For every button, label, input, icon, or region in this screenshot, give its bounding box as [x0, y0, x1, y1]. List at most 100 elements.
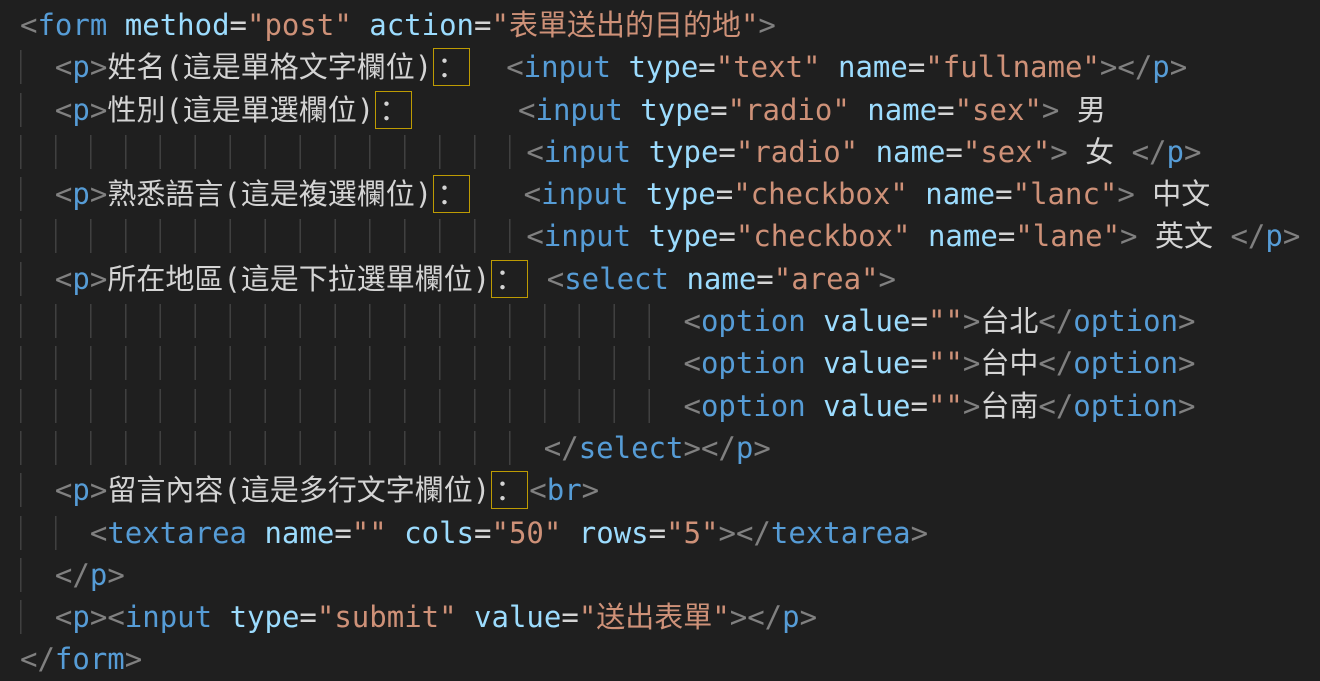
string-token: "post" [247, 8, 352, 42]
equals-token: = [718, 219, 735, 253]
string-token: "" [352, 516, 387, 550]
attribute-token: name [264, 516, 334, 550]
punctuation-token: > [1100, 50, 1117, 84]
code-line[interactable]: <p>姓名(這是單格文字欄位)： <input type="text" name… [20, 46, 1320, 88]
text-token [628, 177, 645, 211]
code-line[interactable]: <input type="radio" name="sex"> 女 </p> [20, 131, 1320, 173]
tag-token: input [544, 219, 631, 253]
code-line[interactable]: </p> [20, 554, 1320, 596]
punctuation-token: > [90, 473, 107, 507]
punctuation-token: < [526, 135, 543, 169]
punctuation-token: > [1283, 219, 1300, 253]
equals-token: = [698, 50, 715, 84]
text-token [806, 346, 823, 380]
punctuation-token: </ [701, 431, 736, 465]
unicode-highlight-box: ： [375, 91, 412, 129]
attribute-token: value [823, 389, 910, 423]
text-token [631, 135, 648, 169]
string-token: "" [928, 304, 963, 338]
equals-token: = [910, 304, 927, 338]
attribute-token: action [369, 8, 474, 42]
code-line[interactable]: <p><input type="submit" value="送出表單"></p… [20, 596, 1320, 638]
punctuation-token: > [683, 431, 700, 465]
text-token: 留言內容(這是多行文字欄位) [107, 473, 490, 507]
code-line[interactable]: </select></p> [20, 427, 1320, 469]
indent-guides [20, 431, 544, 465]
indent-guides [20, 600, 55, 634]
punctuation-token: < [683, 346, 700, 380]
tag-token: option [701, 346, 806, 380]
punctuation-token: > [90, 600, 107, 634]
attribute-token: type [646, 177, 716, 211]
punctuation-token: < [107, 600, 124, 634]
code-line[interactable]: </form> [20, 638, 1320, 680]
unicode-highlight-box: ： [433, 48, 470, 86]
code-line[interactable]: <p>所在地區(這是下拉選單欄位)： <select name="area"> [20, 258, 1320, 300]
punctuation-token: > [879, 262, 896, 296]
tag-token: p [72, 93, 89, 127]
indent-guides [20, 262, 55, 296]
tag-token: input [524, 50, 611, 84]
punctuation-token: > [1184, 135, 1201, 169]
string-token: "radio" [736, 135, 858, 169]
string-token: "checkbox" [733, 177, 908, 211]
attribute-token: value [823, 346, 910, 380]
punctuation-token: > [963, 346, 980, 380]
punctuation-token: > [582, 473, 599, 507]
code-line[interactable]: <option value="">台中</option> [20, 342, 1320, 384]
string-token: "fullname" [925, 50, 1100, 84]
string-token: "lane" [1015, 219, 1120, 253]
string-token: "checkbox" [736, 219, 911, 253]
tag-token: p [1265, 219, 1282, 253]
attribute-token: type [649, 219, 719, 253]
punctuation-token: > [90, 262, 107, 296]
code-line[interactable]: <p>熟悉語言(這是複選欄位)： <input type="checkbox" … [20, 173, 1320, 215]
text-token: 中文 [1135, 177, 1210, 211]
code-line[interactable]: <p>留言內容(這是多行文字欄位)：<br> [20, 469, 1320, 511]
equals-token: = [908, 50, 925, 84]
punctuation-token: < [506, 50, 523, 84]
punctuation-token: < [518, 93, 535, 127]
punctuation-token: </ [544, 431, 579, 465]
string-token: "radio" [728, 93, 850, 127]
attribute-token: name [686, 262, 756, 296]
code-line[interactable]: <option value="">台南</option> [20, 385, 1320, 427]
attribute-token: name [928, 219, 998, 253]
punctuation-token: > [1120, 219, 1137, 253]
string-token: "text" [716, 50, 821, 84]
equals-token: = [561, 600, 578, 634]
attribute-token: type [230, 600, 300, 634]
punctuation-token: > [1042, 93, 1059, 127]
code-line[interactable]: <option value="">台北</option> [20, 300, 1320, 342]
indent-guides [20, 304, 683, 338]
string-token: "表單送出的目的地" [491, 8, 758, 42]
string-token: "lanc" [1013, 177, 1118, 211]
string-token: "50" [491, 516, 561, 550]
indent-guides [20, 473, 55, 507]
equals-token: = [716, 177, 733, 211]
string-token: "submit" [317, 600, 457, 634]
indent-guides [20, 177, 55, 211]
text-token [247, 516, 264, 550]
punctuation-token: < [55, 50, 72, 84]
code-line[interactable]: <form method="post" action="表單送出的目的地"> [20, 4, 1320, 46]
tag-token: p [72, 473, 89, 507]
punctuation-token: > [90, 177, 107, 211]
tag-token: form [55, 642, 125, 676]
punctuation-token: > [107, 558, 124, 592]
punctuation-token: > [1170, 50, 1187, 84]
code-line[interactable]: <textarea name="" cols="50" rows="5"></t… [20, 512, 1320, 554]
punctuation-token: > [911, 516, 928, 550]
text-token [850, 93, 867, 127]
attribute-token: rows [579, 516, 649, 550]
text-token [387, 516, 404, 550]
tag-token: textarea [107, 516, 247, 550]
indent-guides [20, 93, 55, 127]
code-line[interactable]: <input type="checkbox" name="lane"> 英文 <… [20, 215, 1320, 257]
attribute-token: type [649, 135, 719, 169]
tag-token: br [547, 473, 582, 507]
unicode-highlight-box: ： [491, 260, 528, 298]
attribute-token: value [474, 600, 561, 634]
code-editor[interactable]: <form method="post" action="表單送出的目的地"> <… [0, 0, 1320, 681]
code-line[interactable]: <p>性別(這是單選欄位)： <input type="radio" name=… [20, 89, 1320, 131]
